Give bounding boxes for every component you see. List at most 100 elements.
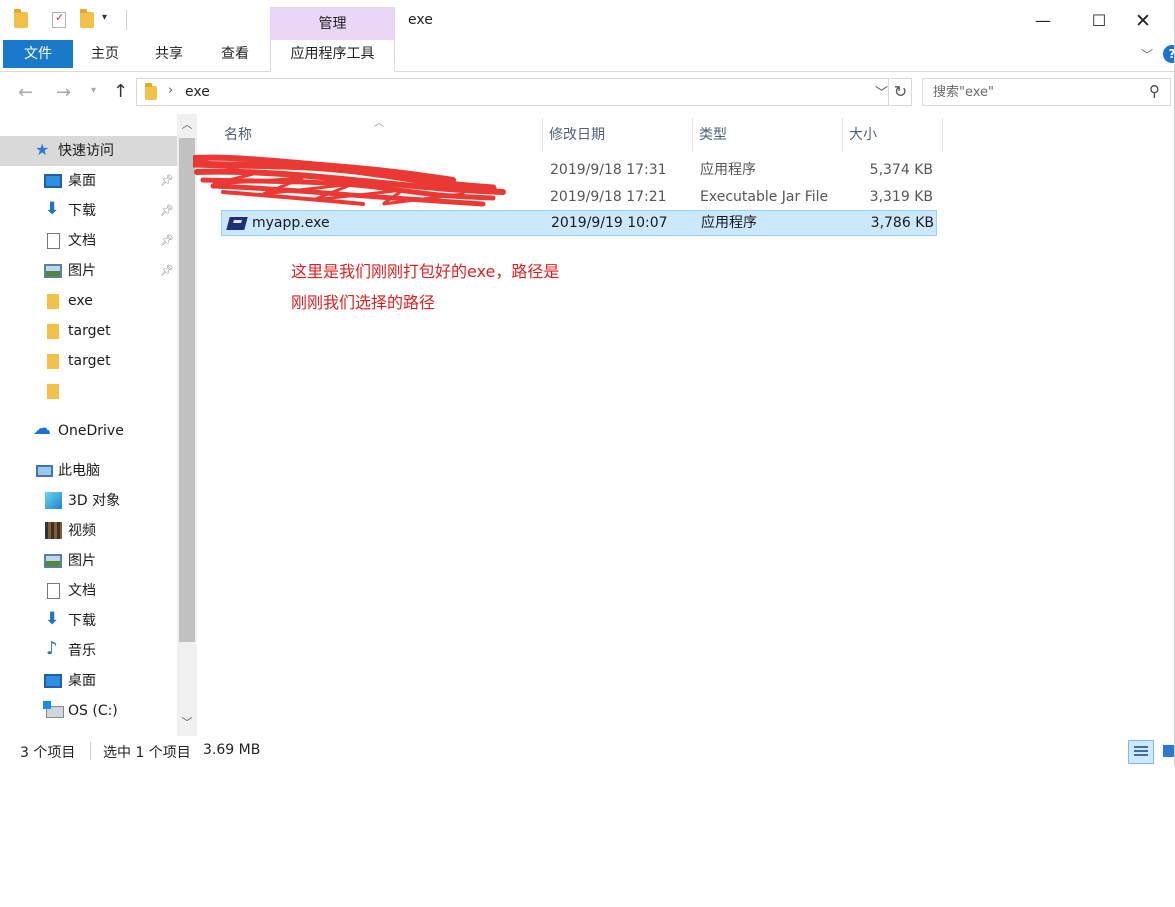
up-arrow-icon[interactable]: ↑: [113, 81, 128, 102]
new-folder-icon[interactable]: [80, 9, 94, 28]
sidebar-item-folder[interactable]: [0, 376, 177, 406]
sidebar-item-documents[interactable]: 文档 📌︎: [0, 226, 177, 256]
close-button[interactable]: ✕: [1120, 6, 1166, 36]
annotation-line-1: 这里是我们刚刚打包好的exe，路径是: [291, 262, 560, 281]
sidebar-item-folder[interactable]: exe: [0, 286, 177, 316]
sidebar-item-pictures[interactable]: 图片 📌︎: [0, 256, 177, 286]
scroll-down-chevron-icon[interactable]: ﹀: [177, 714, 197, 734]
details-view-button[interactable]: [1128, 740, 1154, 764]
refresh-button[interactable]: ↻: [890, 78, 912, 106]
tab-view[interactable]: 查看: [208, 40, 262, 68]
manage-context-tab[interactable]: 管理: [270, 7, 395, 40]
file-date: 2019/9/19 10:07: [551, 215, 668, 231]
pin-icon: 📌︎: [160, 174, 174, 187]
maximize-button[interactable]: ☐: [1076, 6, 1122, 36]
sidebar-item-label: 快速访问: [58, 143, 114, 159]
sidebar-item-3d-objects[interactable]: 3D 对象: [0, 486, 177, 516]
sidebar-item-label: 3D 对象: [68, 493, 121, 509]
sidebar-item-desktop-pc[interactable]: 桌面: [0, 666, 177, 696]
sidebar-item-label: 文档: [68, 583, 96, 599]
file-size: 5,374 KB: [869, 162, 933, 178]
computer-icon: [36, 465, 53, 477]
minimize-button[interactable]: —: [1020, 6, 1066, 36]
address-bar[interactable]: › exe ﹀: [136, 78, 889, 106]
sidebar-item-videos[interactable]: 视频: [0, 516, 177, 546]
sidebar-item-folder[interactable]: target: [0, 346, 177, 376]
customize-qat-chevron-icon[interactable]: ▾: [102, 12, 107, 23]
expand-ribbon-chevron-icon[interactable]: ﹀: [1141, 46, 1153, 63]
breadcrumb-exe[interactable]: exe: [185, 84, 210, 100]
file-size: 3,319 KB: [869, 189, 933, 205]
recent-locations-chevron-icon[interactable]: ▾: [91, 85, 96, 96]
folder-icon: [145, 83, 157, 100]
tab-application-tools[interactable]: 应用程序工具: [270, 40, 395, 72]
address-dropdown-chevron-icon[interactable]: ﹀: [875, 82, 888, 101]
file-list-view: ︿ 名称 修改日期 类型 大小 2019/9/18 17:31 应用程序 5,3…: [193, 114, 1174, 736]
column-header-name[interactable]: 名称: [218, 118, 543, 152]
file-date: 2019/9/18 17:21: [550, 189, 667, 205]
desktop-icon: [44, 174, 62, 188]
sidebar-item-downloads-pc[interactable]: ⬇ 下载: [0, 606, 177, 636]
sidebar-item-label: 桌面: [68, 173, 96, 189]
sidebar-item-music[interactable]: ♪ 音乐: [0, 636, 177, 666]
help-button[interactable]: ?: [1163, 45, 1174, 63]
sidebar-item-label: 下载: [68, 613, 96, 629]
pin-icon: 📌︎: [160, 204, 174, 217]
ribbon-tabs: 文件 主页 共享 查看 应用程序工具 ﹀ ?: [0, 40, 1174, 72]
status-item-count: 3 个项目: [20, 745, 76, 761]
sidebar-item-label: exe: [68, 293, 93, 309]
forward-arrow-icon[interactable]: →: [56, 82, 71, 103]
sidebar-item-folder[interactable]: target: [0, 316, 177, 346]
file-type: Executable Jar File: [700, 189, 829, 205]
folder-icon: [47, 354, 59, 369]
search-icon[interactable]: ⚲: [1149, 82, 1160, 100]
folder-icon: [47, 324, 59, 339]
download-icon: ⬇: [45, 199, 60, 219]
back-arrow-icon[interactable]: ←: [18, 82, 33, 103]
scroll-up-chevron-icon[interactable]: ︿: [177, 116, 197, 136]
sidebar-item-label: target: [68, 323, 111, 339]
properties-icon[interactable]: [52, 11, 66, 28]
tab-home[interactable]: 主页: [78, 40, 132, 68]
column-header-type[interactable]: 类型: [693, 118, 843, 152]
sidebar-item-label: 图片: [68, 263, 96, 279]
tab-file[interactable]: 文件: [3, 40, 73, 68]
video-icon: [45, 522, 62, 539]
sidebar-item-quick-access[interactable]: ★ 快速访问: [0, 136, 177, 166]
breadcrumb-chevron-icon[interactable]: ›: [168, 83, 173, 98]
file-explorer-window: ▾ 管理 exe — ☐ ✕ 文件 主页 共享 查看 应用程序工具 ﹀ ? ← …: [0, 0, 1175, 766]
window-title: exe: [408, 12, 433, 28]
application-icon: [226, 217, 248, 230]
status-bar: 3 个项目 选中 1 个项目 3.69 MB: [0, 736, 1174, 766]
star-icon: ★: [35, 140, 50, 159]
sidebar-item-os-drive[interactable]: OS (C:): [0, 696, 177, 726]
file-date: 2019/9/18 17:31: [550, 162, 667, 178]
pin-icon: 📌︎: [160, 264, 174, 277]
document-icon: [47, 233, 60, 249]
sidebar-item-label: 此电脑: [58, 463, 100, 479]
picture-icon: [44, 554, 62, 568]
folder-icon: [14, 9, 28, 28]
sidebar-item-downloads[interactable]: ⬇ 下载 📌︎: [0, 196, 177, 226]
sidebar-item-onedrive[interactable]: ☁ OneDrive: [0, 416, 177, 446]
sidebar-item-this-pc[interactable]: 此电脑: [0, 456, 177, 486]
sidebar-item-pictures-pc[interactable]: 图片: [0, 546, 177, 576]
tab-share[interactable]: 共享: [142, 40, 196, 68]
navigation-pane: ★ 快速访问 桌面 📌︎ ⬇ 下载 📌︎ 文档 📌︎ 图片 📌︎ exe tar…: [0, 114, 197, 736]
file-type: 应用程序: [701, 215, 757, 231]
sidebar-item-desktop[interactable]: 桌面 📌︎: [0, 166, 177, 196]
cube-3d-icon: [45, 492, 62, 509]
sidebar-item-label: target: [68, 353, 111, 369]
column-header-date[interactable]: 修改日期: [543, 118, 693, 152]
folder-icon: [47, 384, 59, 399]
download-icon: ⬇: [45, 609, 60, 629]
sidebar-item-label: OS (C:): [68, 703, 118, 719]
column-header-size[interactable]: 大小: [843, 118, 943, 152]
sidebar-item-documents-pc[interactable]: 文档: [0, 576, 177, 606]
sidebar-item-label: 桌面: [68, 673, 96, 689]
desktop-icon: [44, 674, 62, 688]
redaction-scribble: [193, 154, 506, 207]
annotation-note: 这里是我们刚刚打包好的exe，路径是 刚刚我们选择的路径: [291, 256, 559, 318]
search-input[interactable]: [923, 79, 1143, 105]
large-icons-view-button[interactable]: [1160, 740, 1174, 764]
